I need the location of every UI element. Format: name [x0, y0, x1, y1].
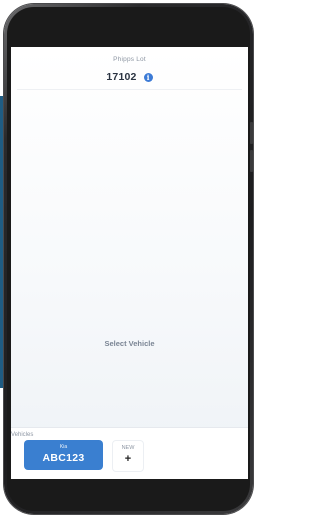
page: Phipps Lot 17102 i Select Vehicle Vehicl…: [0, 0, 259, 518]
volume-up-button: [250, 122, 253, 144]
vehicles-panel: Vehicles Kia ABC123 NEW +: [11, 427, 248, 479]
new-vehicle-label: NEW: [121, 445, 135, 451]
vehicle-plate: ABC123: [42, 452, 85, 464]
vehicle-make: Kia: [59, 444, 68, 450]
new-vehicle-button[interactable]: NEW +: [112, 440, 144, 472]
info-icon[interactable]: i: [143, 72, 153, 82]
vehicle-card[interactable]: Kia ABC123: [24, 440, 103, 470]
lot-number: 17102: [106, 71, 137, 83]
plus-icon: +: [124, 453, 132, 465]
header-divider: [17, 89, 242, 90]
app-screen: Phipps Lot 17102 i Select Vehicle Vehicl…: [11, 47, 248, 479]
lot-name: Phipps Lot: [113, 56, 146, 63]
empty-state-text: Select Vehicle: [104, 339, 155, 348]
volume-down-button: [250, 150, 253, 172]
vehicles-label: Vehicles: [11, 432, 34, 438]
lot-header: 17102 i: [11, 71, 248, 83]
